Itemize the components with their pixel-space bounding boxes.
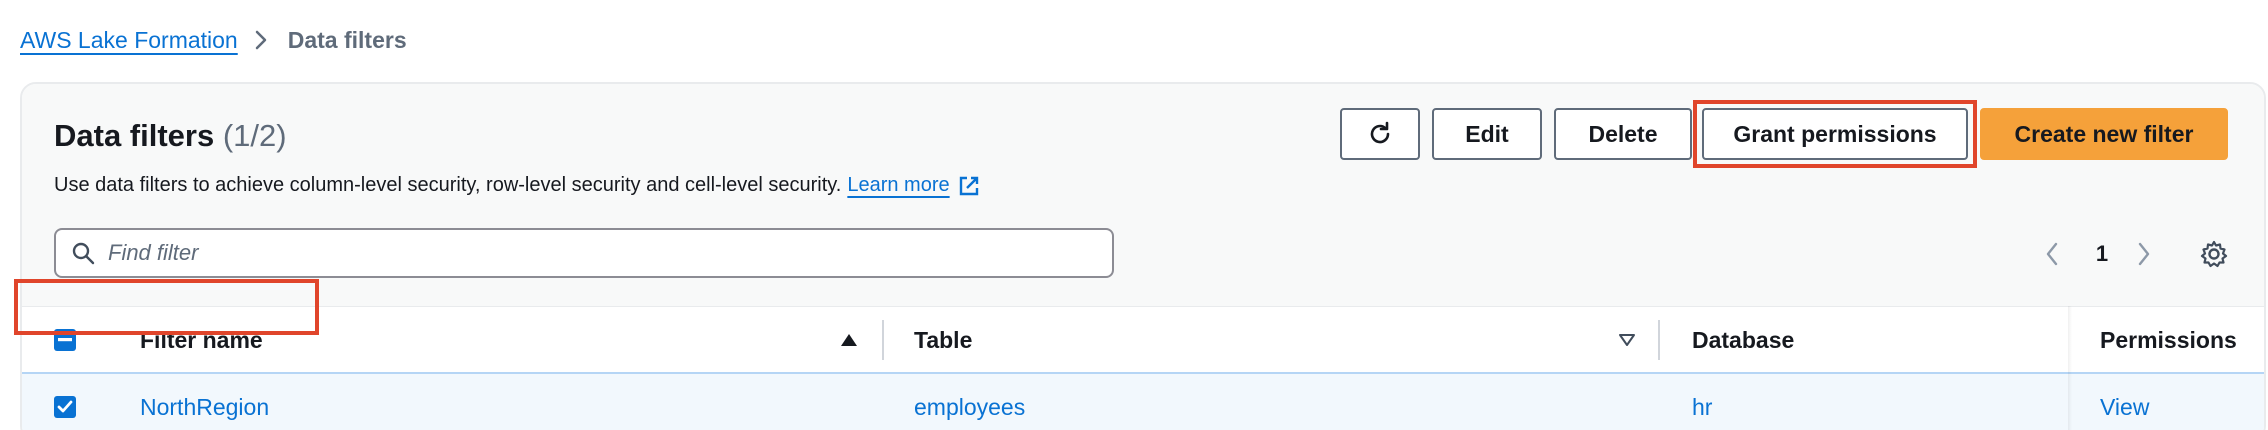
- column-header-label: Permissions: [2100, 326, 2237, 353]
- refresh-button[interactable]: [1340, 108, 1420, 160]
- table-name-link[interactable]: employees: [914, 374, 1025, 430]
- chevron-right-icon: [2136, 240, 2152, 268]
- column-divider[interactable]: [882, 320, 884, 360]
- title-text: Data filters: [54, 118, 215, 153]
- row-checkbox[interactable]: [54, 396, 76, 418]
- create-new-filter-button[interactable]: Create new filter: [1980, 108, 2228, 160]
- page-number[interactable]: 1: [2090, 234, 2114, 274]
- next-page-button[interactable]: [2132, 234, 2156, 274]
- sort-descending-icon[interactable]: [1618, 307, 1636, 373]
- select-all-checkbox[interactable]: [54, 329, 76, 351]
- edit-button[interactable]: Edit: [1432, 108, 1542, 160]
- search-field[interactable]: [54, 228, 1114, 278]
- search-icon: [70, 240, 96, 266]
- row-select-cell[interactable]: [54, 374, 76, 430]
- checkmark-icon: [57, 400, 73, 414]
- selection-count: (1/2): [222, 118, 287, 153]
- column-divider[interactable]: [1658, 320, 1660, 360]
- sticky-column-shadow: [2068, 306, 2072, 430]
- preferences-button[interactable]: [2196, 234, 2232, 274]
- learn-more-link[interactable]: Learn more: [847, 174, 949, 197]
- minus-icon: [58, 338, 72, 342]
- column-header-label: Table: [914, 326, 973, 353]
- description: Use data filters to achieve column-level…: [54, 174, 980, 197]
- view-permissions-link[interactable]: View: [2100, 374, 2149, 430]
- column-header-label: Database: [1692, 326, 1795, 353]
- gear-icon: [2199, 239, 2229, 269]
- search-input[interactable]: [108, 240, 1068, 266]
- table-row[interactable]: NorthRegion employees hr View: [22, 372, 2264, 430]
- previous-page-button[interactable]: [2040, 234, 2064, 274]
- table-header: Filter name Table Database Permissions: [22, 306, 2264, 372]
- chevron-left-icon: [2044, 240, 2060, 268]
- column-header-table[interactable]: Table: [914, 307, 972, 373]
- delete-button[interactable]: Delete: [1554, 108, 1692, 160]
- page-title: Data filters (1/2): [54, 118, 287, 154]
- grant-permissions-button[interactable]: Grant permissions: [1702, 108, 1968, 160]
- breadcrumb: AWS Lake Formation Data filters: [20, 24, 407, 56]
- database-name-link[interactable]: hr: [1692, 374, 1712, 430]
- chevron-right-icon: [254, 29, 268, 51]
- description-text: Use data filters to achieve column-level…: [54, 174, 842, 196]
- column-header-filter-name[interactable]: Filter name: [140, 307, 263, 373]
- filter-name-link[interactable]: NorthRegion: [140, 374, 269, 430]
- column-header-label: Filter name: [140, 326, 263, 353]
- sort-ascending-icon[interactable]: [840, 307, 858, 373]
- select-all-cell[interactable]: [54, 307, 76, 373]
- column-header-database[interactable]: Database: [1692, 307, 1794, 373]
- data-filters-table-container: Data filters (1/2) Use data filters to a…: [20, 82, 2266, 430]
- breadcrumb-current: Data filters: [287, 26, 407, 53]
- column-header-permissions[interactable]: Permissions: [2100, 307, 2237, 373]
- external-link-icon[interactable]: [958, 175, 980, 197]
- breadcrumb-link-lake-formation[interactable]: AWS Lake Formation: [20, 27, 238, 54]
- refresh-icon: [1366, 120, 1394, 148]
